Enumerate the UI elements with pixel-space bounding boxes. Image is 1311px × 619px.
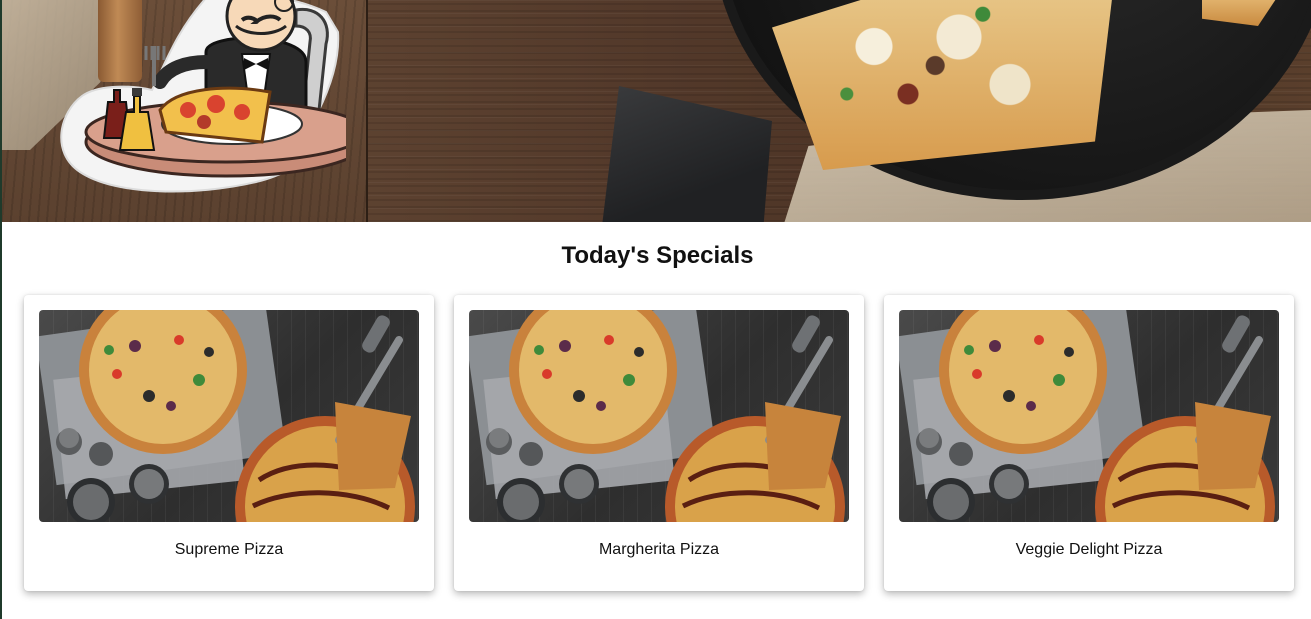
special-name: Veggie Delight Pizza bbox=[1015, 541, 1163, 558]
pizza-photo-icon[interactable] bbox=[469, 310, 849, 522]
napkin-image bbox=[602, 86, 772, 222]
specials-title: Today's Specials bbox=[561, 242, 754, 269]
special-card-supreme[interactable]: Supreme Pizza bbox=[24, 295, 434, 591]
special-name: Supreme Pizza bbox=[174, 541, 284, 558]
pizza-photo-icon[interactable] bbox=[39, 310, 419, 522]
pizza-photo-icon[interactable] bbox=[899, 310, 1279, 522]
hero-banner bbox=[2, 0, 1311, 222]
pizza-slice-image bbox=[772, 0, 1112, 170]
special-card-margherita[interactable]: Margherita Pizza bbox=[454, 295, 864, 591]
special-name: Margherita Pizza bbox=[598, 541, 720, 558]
specials-list: Supreme Pizza Margherita Pizza Veggie De… bbox=[24, 295, 1294, 591]
chef-eating-pizza-icon[interactable] bbox=[56, 0, 346, 198]
special-card-veggie-delight[interactable]: Veggie Delight Pizza bbox=[884, 295, 1294, 591]
page: Today's Specials Supreme Pizza Margherit… bbox=[0, 0, 1311, 619]
